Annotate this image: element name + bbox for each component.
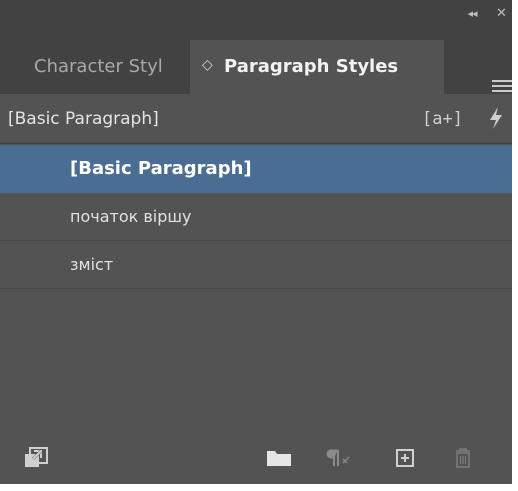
paragraph-styles-panel: ◂◂ ✕ Character Styl ◇ Paragraph Styles [B… <box>0 0 512 484</box>
clear-overrides-icon[interactable] <box>324 447 352 469</box>
current-style-label: [Basic Paragraph] <box>8 109 159 129</box>
collapse-panel-icon[interactable]: ◂◂ <box>463 8 481 20</box>
tab-paragraph-styles-label: Paragraph Styles <box>224 56 399 77</box>
hamburger-menu-icon[interactable] <box>492 80 512 94</box>
updown-arrows-icon: ◇ <box>202 57 213 73</box>
load-styles-icon[interactable] <box>24 447 50 469</box>
create-style-from-selection-icon[interactable]: [a+] <box>422 108 463 130</box>
list-empty-area <box>0 293 512 433</box>
list-item[interactable]: початок віршу <box>0 193 512 241</box>
tab-paragraph-styles[interactable]: ◇ Paragraph Styles <box>190 40 444 94</box>
list-item-label: початок віршу <box>70 207 192 226</box>
panel-footer <box>0 433 512 484</box>
tab-character-styles-label: Character Styl <box>34 56 163 77</box>
list-item-label: зміст <box>70 255 114 274</box>
tab-character-styles[interactable]: Character Styl <box>0 40 190 94</box>
panel-tabbar: Character Styl ◇ Paragraph Styles <box>0 28 512 94</box>
lightning-icon[interactable] <box>486 106 506 130</box>
folder-icon[interactable] <box>265 447 293 469</box>
list-item[interactable]: зміст <box>0 241 512 289</box>
new-style-icon[interactable] <box>394 447 416 469</box>
list-item-label: [Basic Paragraph] <box>70 158 252 179</box>
list-item[interactable]: [Basic Paragraph] <box>0 145 512 193</box>
current-style-header: [Basic Paragraph] [a+] <box>0 94 512 144</box>
trash-icon[interactable] <box>452 447 474 469</box>
paragraph-styles-list: [Basic Paragraph] початок віршу зміст <box>0 145 512 289</box>
close-panel-icon[interactable]: ✕ <box>496 7 512 21</box>
panel-titlebar: ◂◂ ✕ <box>0 0 512 28</box>
